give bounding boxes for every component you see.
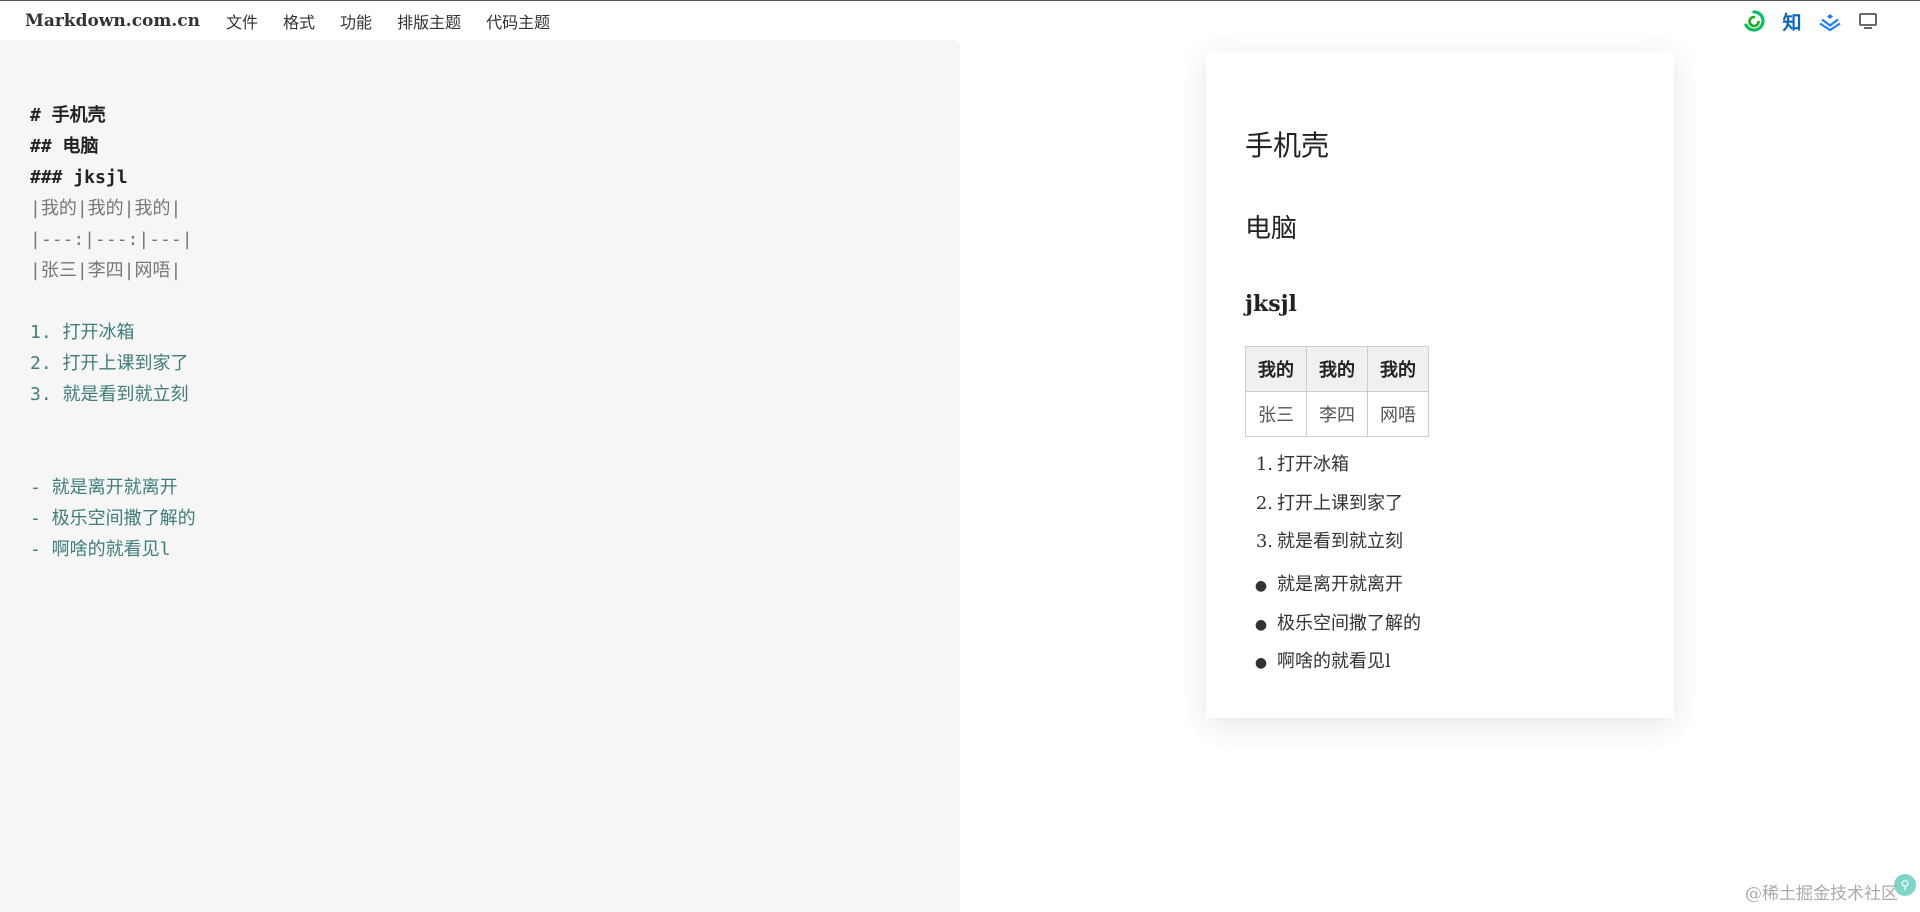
- preview-h3: jksjl: [1245, 291, 1297, 317]
- watermark: @稀土掘金技术社区: [1745, 884, 1898, 904]
- list-item: ● 就是离开就离开: [1254, 574, 1403, 595]
- wechat-icon[interactable]: [1742, 9, 1766, 33]
- preview-h1: 手机壳: [1245, 129, 1330, 162]
- menu-file[interactable]: 文件: [226, 9, 258, 33]
- preview-table: 我的 我的 我的 张三 李四 网唔: [1245, 346, 1429, 437]
- editor-line[interactable]: |张三|李四|网唔|: [30, 255, 196, 286]
- editor-line[interactable]: 1. 打开冰箱: [30, 317, 196, 348]
- preview-ordered-list: 1. 打开冰箱 2. 打开上课到家了 3. 就是看到就立刻: [1245, 446, 1403, 562]
- markdown-editor[interactable]: # 手机壳 ## 电脑 ### jksjl |我的|我的|我的| |---:|---:|…: [0, 40, 960, 912]
- editor-line[interactable]: 2. 打开上课到家了: [30, 348, 196, 379]
- menu-function[interactable]: 功能: [340, 9, 372, 33]
- editor-line[interactable]: |---:|---:|---|: [30, 224, 196, 255]
- list-item: ● 啊啥的就看见l: [1254, 651, 1391, 672]
- menu-layout-theme[interactable]: 排版主题: [397, 9, 461, 33]
- editor-line[interactable]: - 就是离开就离开: [30, 472, 196, 503]
- list-item: ● 极乐空间撒了解的: [1254, 612, 1421, 634]
- editor-line[interactable]: # 手机壳: [30, 100, 196, 131]
- juejin-icon[interactable]: [1818, 9, 1842, 33]
- list-item: 3. 就是看到就立刻: [1255, 531, 1403, 552]
- share-icons: 知: [1742, 9, 1880, 34]
- editor-line[interactable]: |我的|我的|我的|: [30, 193, 196, 224]
- table-cell: 李四: [1306, 391, 1368, 437]
- editor-line[interactable]: [30, 410, 196, 441]
- table-header-row: 我的 我的 我的: [1245, 346, 1429, 392]
- editor-line[interactable]: ## 电脑: [30, 131, 196, 162]
- table-header-cell: 我的: [1245, 346, 1307, 392]
- editor-line[interactable]: - 极乐空间撒了解的: [30, 503, 196, 534]
- editor-line[interactable]: - 啊啥的就看见l: [30, 534, 196, 565]
- editor-line[interactable]: [30, 441, 196, 472]
- list-item: 1. 打开冰箱: [1255, 454, 1349, 475]
- table-cell: 张三: [1245, 391, 1307, 437]
- zhihu-icon[interactable]: 知: [1780, 9, 1804, 34]
- table-row: 张三 李四 网唔: [1245, 391, 1429, 437]
- editor-line[interactable]: ### jksjl: [30, 162, 196, 193]
- editor-content[interactable]: # 手机壳 ## 电脑 ### jksjl |我的|我的|我的| |---:|---:|…: [30, 100, 196, 565]
- top-menu-bar: Markdown.com.cn 文件 格式 功能 排版主题 代码主题 知: [0, 0, 1920, 40]
- table-cell: 网唔: [1367, 391, 1429, 437]
- menu-format[interactable]: 格式: [283, 9, 315, 33]
- editor-line[interactable]: [30, 286, 196, 317]
- menu-code-theme[interactable]: 代码主题: [486, 9, 550, 33]
- preview-card: 手机壳 电脑 jksjl 我的 我的 我的 张三 李四 网唔 1. 打开冰箱 2…: [1206, 51, 1674, 718]
- monitor-icon[interactable]: [1856, 9, 1880, 33]
- preview-pane: 手机壳 电脑 jksjl 我的 我的 我的 张三 李四 网唔 1. 打开冰箱 2…: [960, 40, 1920, 912]
- preview-h2: 电脑: [1245, 214, 1298, 244]
- table-header-cell: 我的: [1306, 346, 1368, 392]
- preview-unordered-list: ● 就是离开就离开 ● 极乐空间撒了解的 ● 啊啥的就看见l: [1245, 566, 1421, 682]
- table-header-cell: 我的: [1367, 346, 1429, 392]
- brand-logo[interactable]: Markdown.com.cn: [25, 11, 200, 31]
- editor-line[interactable]: 3. 就是看到就立刻: [30, 379, 196, 410]
- list-item: 2. 打开上课到家了: [1255, 492, 1403, 514]
